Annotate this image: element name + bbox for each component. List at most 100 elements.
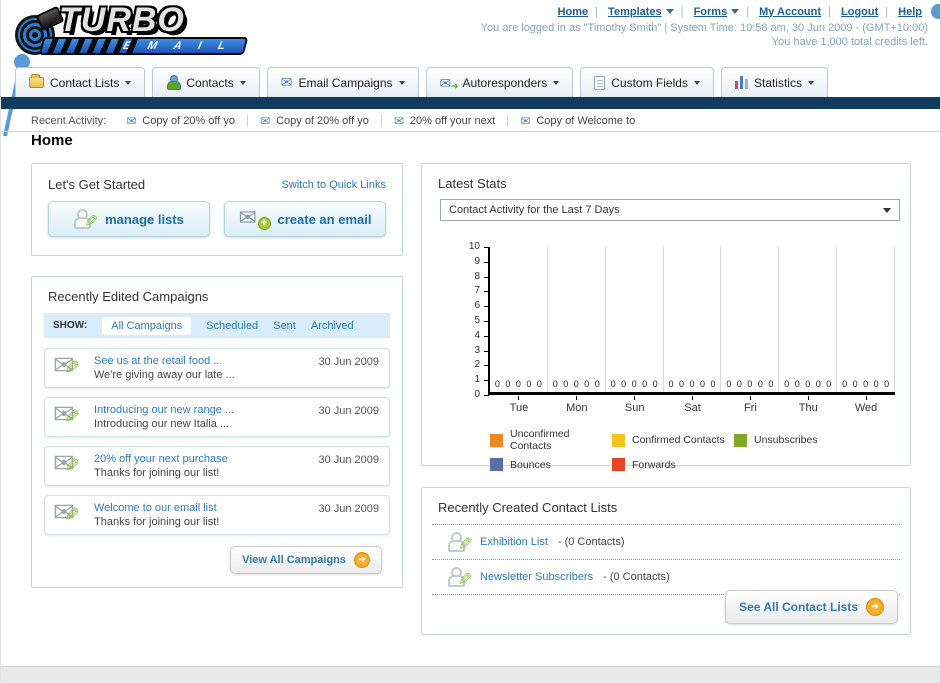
contact-activity-chart: 10 9 8 7 6 5 4 3 2 1 0 0 0 0 0 00 0 0 0 00 0 0 0 0… (464, 241, 896, 414)
legend-label: Forwards (632, 458, 676, 471)
tab-label: Contact Lists (50, 75, 120, 90)
y-tick-label: 0 (474, 389, 480, 400)
tab-autoresponders[interactable]: Autoresponders (425, 67, 574, 97)
campaign-date: 30 Jun 2009 (318, 454, 379, 466)
contact-lists-panel: Recently Created Contact Lists ✎ Exhibit… (421, 487, 911, 635)
header-link-forms[interactable]: Forms (694, 6, 728, 18)
tab-email-campaigns[interactable]: ✉ Email Campaigns (266, 67, 419, 97)
y-tick (484, 350, 489, 352)
y-tick (484, 395, 489, 396)
chevron-down-icon (125, 80, 132, 88)
chevron-down-icon (398, 80, 405, 88)
chart-day-column: 0 0 0 0 0 (664, 247, 722, 392)
header-link-my-account[interactable]: My Account (759, 6, 821, 18)
campaign-subtitle: Introducing our new Italia ... (94, 418, 230, 430)
envelope-icon: ✉ (280, 74, 293, 91)
legend-swatch (490, 458, 503, 471)
manage-lists-button[interactable]: ✎ manage lists (48, 201, 210, 237)
campaign-title-link[interactable]: Welcome to our email list (94, 502, 219, 514)
campaign-date: 30 Jun 2009 (318, 503, 379, 515)
campaign-row[interactable]: 20% off your next purchase Thanks for jo… (44, 446, 390, 486)
chart-day-column: 0 0 0 0 0 (490, 247, 548, 392)
campaign-subtitle: Thanks for joining our list! (94, 467, 220, 479)
contact-list-link[interactable]: Newsletter Subscribers (480, 571, 593, 583)
legend-item: Confirmed Contacts (612, 428, 734, 452)
tab-label: Email Campaigns (298, 75, 393, 90)
envelope-pencil-icon (53, 351, 85, 381)
legend-swatch (612, 433, 625, 447)
logo-title: TURBO (59, 1, 185, 39)
campaign-filter-bar: SHOW: All Campaigns Scheduled Sent Archi… (44, 313, 390, 338)
recent-activity-item[interactable]: ✉ Copy of 20% off yo (126, 114, 249, 127)
view-all-campaigns-button[interactable]: View All Campaigns (230, 546, 382, 574)
pencil-icon: ✎ (457, 535, 472, 555)
y-tick-label: 9 (474, 255, 480, 267)
envelope-pencil-icon (53, 498, 85, 528)
campaign-title-link[interactable]: Introducing our new range ... (94, 404, 234, 416)
chevron-down-icon (665, 9, 674, 18)
pencil-icon: ✎ (83, 212, 99, 232)
stats-period-dropdown[interactable]: Contact Activity for the Last 7 Days (440, 199, 900, 221)
legend-label: Unconfirmed Contacts (510, 428, 570, 452)
header-nav: Home Templates Forms My Account Logout H… (558, 5, 922, 18)
campaigns-panel: Recently Edited Campaigns SHOW: All Camp… (31, 276, 403, 588)
latest-stats-title: Latest Stats (438, 176, 507, 191)
recent-activity-item[interactable]: ✉ Copy of Welcome to (520, 115, 647, 127)
y-tick (484, 306, 489, 308)
y-tick (484, 365, 489, 367)
tab-statistics[interactable]: Statistics (720, 67, 828, 97)
tab-custom-fields[interactable]: Custom Fields (580, 67, 714, 97)
y-tick (484, 291, 489, 293)
y-tick-label: 7 (474, 285, 480, 297)
turbo-email-logo[interactable]: TURBO E M A I L (7, 1, 262, 61)
tab-label: Custom Fields (611, 75, 688, 90)
person-icon (166, 75, 182, 90)
filter-all-campaigns[interactable]: All Campaigns (102, 316, 192, 335)
contact-list-link[interactable]: Exhibition List (480, 536, 548, 548)
campaign-row[interactable]: See us at the retail food ... We're givi… (44, 348, 390, 388)
filter-archived[interactable]: Archived (311, 320, 354, 332)
campaign-date: 30 Jun 2009 (318, 356, 379, 368)
contact-list-count: - (0 Contacts) (603, 571, 670, 583)
legend-item: Unconfirmed Contacts (490, 428, 612, 452)
campaign-title-link[interactable]: See us at the retail food ... (94, 355, 235, 367)
campaign-row[interactable]: Welcome to our email list Thanks for joi… (44, 495, 390, 535)
plus-icon: + (257, 217, 271, 230)
campaign-date: 30 Jun 2009 (318, 405, 379, 417)
header-link-templates[interactable]: Templates (608, 6, 662, 18)
show-label: SHOW: (53, 320, 88, 331)
plot-area: 0 0 0 0 0 0 0 0 0 0 0 0 0 0 0 0 0 0 0 0 0 0 … (488, 247, 896, 395)
campaigns-title: Recently Edited Campaigns (48, 289, 209, 304)
y-tick (484, 380, 489, 382)
see-all-contact-lists-button[interactable]: See All Contact Lists (725, 590, 898, 624)
tab-contacts[interactable]: Contacts (152, 67, 260, 97)
recent-activity-bar: Recent Activity: ✉ Copy of 20% off yo ✉ … (1, 110, 940, 132)
main-nav-tabs: Contact Lists Contacts ✉ Email Campaigns… (15, 67, 828, 97)
legend-item: Forwards (612, 458, 734, 471)
footer-strip (1, 666, 940, 683)
filter-sent[interactable]: Sent (273, 320, 296, 332)
header-link-help[interactable]: Help (898, 6, 922, 18)
filter-scheduled[interactable]: Scheduled (206, 320, 258, 332)
tab-contact-lists[interactable]: Contact Lists (15, 67, 146, 97)
y-tick-label: 6 (474, 300, 480, 312)
recent-activity-item[interactable]: ✉ 20% off your next (394, 114, 509, 127)
header-link-logout[interactable]: Logout (841, 6, 878, 18)
x-tick-label: Mon (548, 395, 606, 414)
envelope-pencil-icon (53, 449, 85, 479)
header-link-home[interactable]: Home (558, 6, 589, 18)
value-labels: 0 0 0 0 0 (552, 379, 600, 389)
arrow-right-icon (354, 552, 370, 568)
campaign-row[interactable]: Introducing our new range ... Introducin… (44, 397, 390, 437)
switch-quick-links[interactable]: Switch to Quick Links (281, 179, 386, 191)
campaign-title-link[interactable]: 20% off your next purchase (94, 453, 228, 465)
credits-info: You have 1,000 total credits left. (771, 36, 928, 48)
annotation-dot (931, 4, 940, 19)
y-tick-label: 8 (474, 270, 480, 282)
recent-activity-item[interactable]: ✉ Copy of 20% off yo (260, 114, 382, 127)
speed-stripes-icon (42, 39, 141, 53)
create-email-button[interactable]: + create an email (224, 201, 386, 237)
login-info: You are logged in as "Timothy Smith" | S… (480, 22, 928, 34)
y-tick-label: 2 (474, 359, 480, 371)
chevron-down-icon (883, 207, 891, 217)
